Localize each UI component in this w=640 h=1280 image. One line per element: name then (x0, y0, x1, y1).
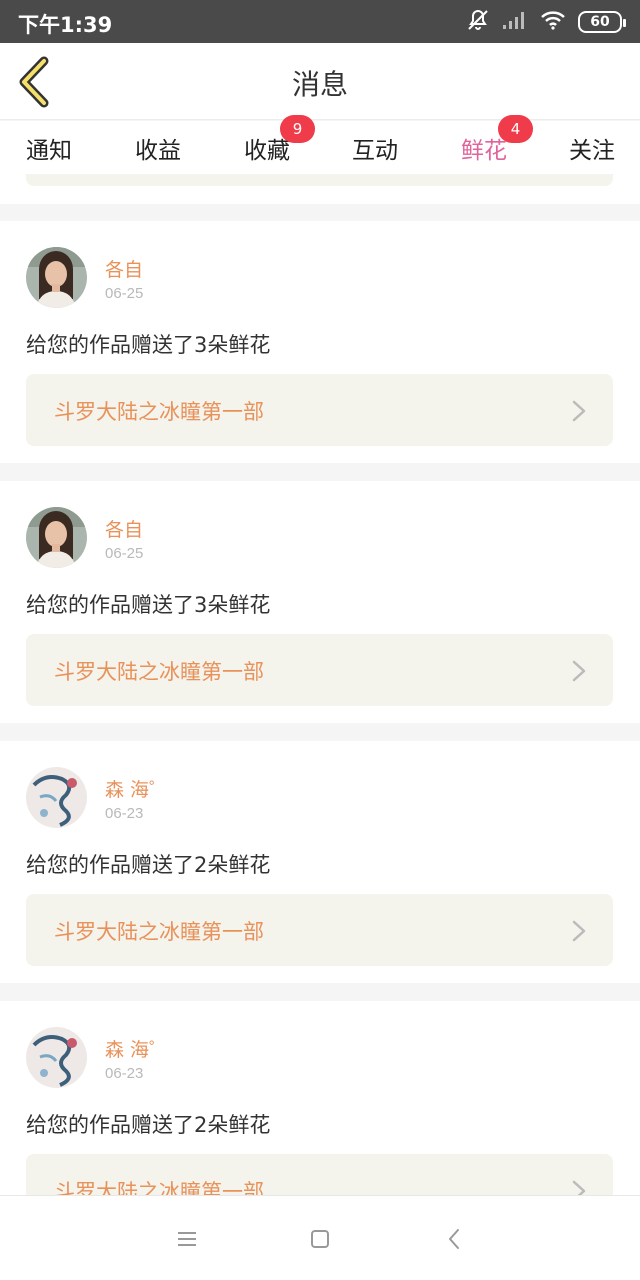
message-text: 给您的作品赠送了2朵鲜花 (26, 1113, 271, 1137)
work-title: 斗罗大陆之冰瞳第一部 (54, 920, 264, 944)
system-nav-bar (0, 1195, 640, 1280)
page-title: 消息 (291, 68, 348, 101)
flower-message-card: 森 海゜ 06-23 给您的作品赠送了2朵鲜花 斗罗大陆之冰瞳第一部 (0, 1001, 640, 1195)
menu-button[interactable] (172, 1224, 202, 1254)
sender-name[interactable]: 森 海゜ (105, 775, 168, 802)
user-avatar[interactable] (26, 767, 87, 828)
work-title: 斗罗大陆之冰瞳第一部 (54, 400, 264, 424)
work-link[interactable]: 斗罗大陆之冰瞳第一部 (26, 374, 613, 446)
tab-flowers[interactable]: 鲜花 4 (461, 115, 533, 178)
user-avatar[interactable] (26, 1027, 87, 1088)
message-text: 给您的作品赠送了3朵鲜花 (26, 593, 271, 617)
tab-favorites[interactable]: 收藏 9 (244, 115, 315, 165)
tab-label: 收藏 (244, 138, 290, 164)
message-date: 06-25 (105, 285, 144, 302)
work-title: 斗罗大陆之冰瞳第一部 (54, 1180, 264, 1195)
tab-following[interactable]: 关注 (569, 131, 615, 165)
tab-bar: 通知 收益 收藏 9 互动 鲜花 4 关注 (0, 115, 640, 178)
sender-name[interactable]: 各自 (105, 515, 143, 542)
status-time: 下午1:39 (18, 13, 113, 37)
menu-icon (178, 1232, 196, 1246)
tab-interaction[interactable]: 互动 (352, 131, 398, 165)
battery-icon: 60 (578, 11, 626, 33)
signal-icon (502, 10, 528, 34)
tab-label: 鲜花 (461, 138, 507, 164)
sender-name[interactable]: 各自 (105, 255, 143, 282)
message-text: 给您的作品赠送了2朵鲜花 (26, 853, 271, 877)
message-date: 06-23 (105, 805, 144, 822)
system-back-button[interactable] (439, 1224, 469, 1254)
message-list[interactable]: 各自 06-25 给您的作品赠送了3朵鲜花 斗罗大陆之冰瞳第一部 各自 06-2… (0, 174, 640, 1195)
chevron-right-icon (572, 400, 586, 422)
chevron-right-icon (572, 1180, 586, 1195)
sender-name[interactable]: 森 海゜ (105, 1035, 168, 1062)
girl-portrait-icon (26, 507, 87, 568)
message-date: 06-23 (105, 1065, 144, 1082)
flower-message-card: 各自 06-25 给您的作品赠送了3朵鲜花 斗罗大陆之冰瞳第一部 (0, 221, 640, 463)
wifi-icon (540, 10, 566, 34)
chevron-right-icon (572, 920, 586, 942)
tab-label: 关注 (569, 138, 615, 164)
mute-notification-icon (466, 8, 490, 36)
user-avatar[interactable] (26, 507, 87, 568)
tab-label: 互动 (352, 138, 398, 164)
work-link[interactable]: 斗罗大陆之冰瞳第一部 (26, 634, 613, 706)
flowers-count-badge: 4 (498, 115, 533, 143)
message-date: 06-25 (105, 545, 144, 562)
status-bar: 下午1:39 60 (0, 0, 640, 43)
flower-message-card: 各自 06-25 给您的作品赠送了3朵鲜花 斗罗大陆之冰瞳第一部 (0, 481, 640, 723)
previous-card-tail (0, 174, 640, 204)
tab-notifications[interactable]: 通知 (26, 131, 72, 165)
battery-level: 60 (590, 14, 610, 30)
favorites-count-badge: 9 (280, 115, 315, 143)
work-title: 斗罗大陆之冰瞳第一部 (54, 660, 264, 684)
home-button[interactable] (305, 1224, 335, 1254)
work-link[interactable]: 斗罗大陆之冰瞳第一部 (26, 894, 613, 966)
status-icons: 60 (466, 8, 626, 36)
header: 消息 (0, 43, 640, 120)
user-avatar[interactable] (26, 247, 87, 308)
home-square-icon (311, 1230, 329, 1248)
flower-message-card: 森 海゜ 06-23 给您的作品赠送了2朵鲜花 斗罗大陆之冰瞳第一部 (0, 741, 640, 983)
ink-art-icon (26, 1027, 87, 1088)
tab-label: 通知 (26, 138, 72, 164)
tab-label: 收益 (135, 138, 181, 164)
ink-art-icon (26, 767, 87, 828)
work-link[interactable]: 斗罗大陆之冰瞳第一部 (26, 1154, 613, 1195)
message-text: 给您的作品赠送了3朵鲜花 (26, 333, 271, 357)
chevron-right-icon (572, 660, 586, 682)
tab-earnings[interactable]: 收益 (135, 131, 181, 165)
girl-portrait-icon (26, 247, 87, 308)
back-triangle-icon (449, 1229, 459, 1249)
